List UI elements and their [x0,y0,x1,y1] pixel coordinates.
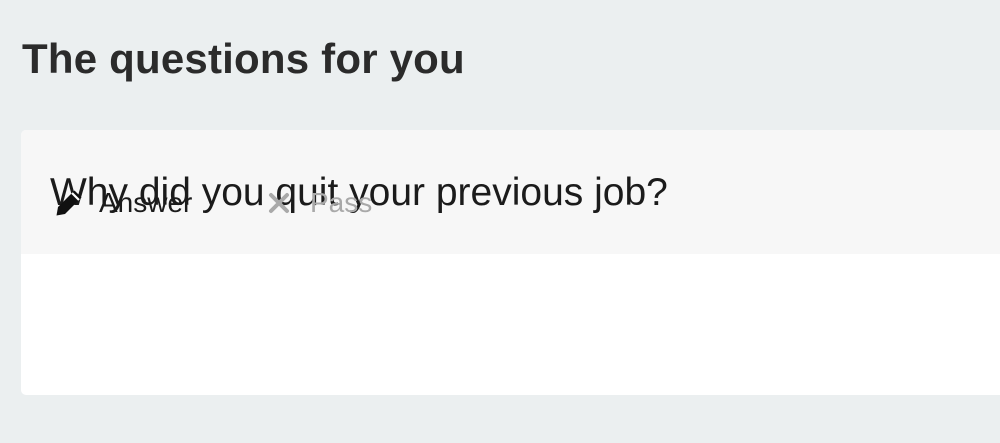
pencil-icon [53,187,85,219]
answer-label: Answer [99,187,193,218]
answer-button[interactable]: Answer [53,186,192,220]
question-actions [21,254,1000,395]
section-title: The questions for you [22,35,465,82]
x-icon [268,192,290,214]
pass-button[interactable]: Pass [268,186,372,220]
pass-label: Pass [310,187,373,218]
question-card: Why did you quit your previous job? [21,130,1000,395]
